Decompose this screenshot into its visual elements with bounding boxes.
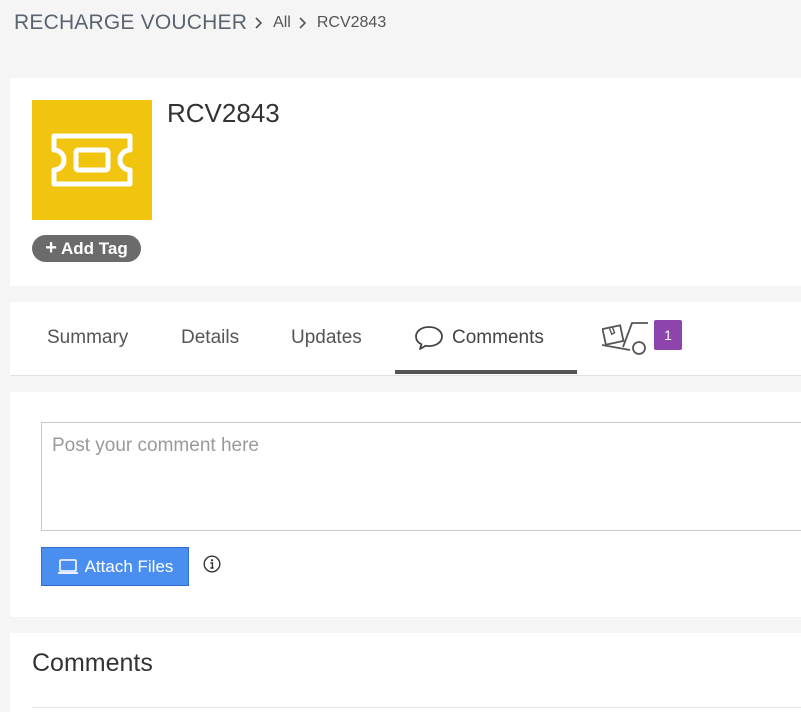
breadcrumb: RECHARGE VOUCHER All RCV2843 — [14, 10, 386, 36]
tab-summary-label: Summary — [47, 327, 129, 348]
tab-bar: Summary Details Updates Comments 1 — [10, 302, 801, 376]
laptop-icon — [57, 558, 79, 575]
tab-comments[interactable]: Comments — [414, 302, 544, 374]
comments-section: Comments — [10, 633, 801, 712]
breadcrumb-item-all[interactable]: All — [273, 14, 291, 32]
comment-form: Attach Files — [10, 392, 801, 617]
tab-updates[interactable]: Updates — [291, 302, 362, 374]
tab-summary[interactable]: Summary — [47, 302, 128, 374]
info-icon[interactable] — [203, 555, 221, 573]
chevron-right-icon — [299, 16, 309, 30]
ticket-icon — [32, 100, 152, 220]
breadcrumb-item-current: RCV2843 — [316, 14, 387, 31]
plus-icon: + — [45, 236, 57, 259]
tab-shipments[interactable] — [602, 302, 652, 374]
breadcrumb-root[interactable]: RECHARGE VOUCHER — [14, 11, 247, 35]
record-header: RCV2843 + Add Tag — [10, 78, 801, 286]
hand-truck-icon — [602, 321, 652, 355]
active-tab-indicator — [395, 370, 577, 374]
tab-updates-label: Updates — [291, 327, 362, 348]
attach-files-button[interactable]: Attach Files — [41, 547, 189, 586]
attach-files-label: Attach Files — [84, 556, 174, 576]
chevron-right-icon — [255, 16, 265, 30]
divider — [32, 707, 801, 708]
record-title: RCV2843 — [167, 98, 280, 128]
add-tag-button[interactable]: + Add Tag — [32, 235, 141, 262]
comment-bubble-icon — [414, 325, 444, 351]
comments-heading: Comments — [32, 649, 153, 677]
tab-details-label: Details — [181, 327, 240, 348]
comment-input[interactable] — [41, 422, 801, 531]
tab-details[interactable]: Details — [181, 302, 239, 374]
add-tag-label: Add Tag — [60, 238, 128, 258]
shipments-count-badge: 1 — [654, 320, 682, 350]
tab-comments-label: Comments — [452, 327, 544, 348]
